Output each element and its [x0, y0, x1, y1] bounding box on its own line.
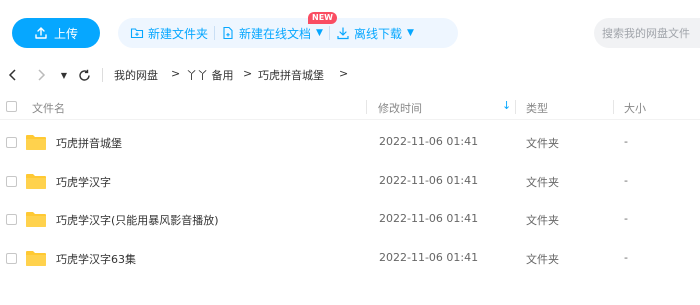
file-table-header: 文件名 修改时间 ↓ 类型 大小 [0, 94, 700, 120]
file-size: - [624, 135, 628, 148]
upload-label: 上传 [53, 26, 78, 41]
new-folder-label: 新建文件夹 [148, 26, 209, 41]
sort-down-icon[interactable]: ↓ [502, 99, 511, 112]
upload-button[interactable]: 上传 [12, 18, 100, 48]
column-divider[interactable] [613, 100, 614, 114]
breadcrumb-item[interactable]: 我的网盘 [114, 67, 158, 83]
table-row[interactable]: 巧虎学汉字63集 2022-11-06 01:41 文件夹 - [0, 240, 700, 278]
refresh-button[interactable] [76, 66, 92, 84]
file-type: 文件夹 [526, 176, 559, 189]
upload-icon [35, 27, 47, 39]
download-icon [337, 27, 349, 40]
table-row[interactable]: 巧虎拼音城堡 2022-11-06 01:41 文件夹 - [0, 124, 700, 162]
row-checkbox[interactable] [6, 176, 17, 187]
search-input[interactable] [594, 18, 700, 48]
new-folder-button[interactable]: 新建文件夹 [124, 25, 214, 42]
breadcrumb-separator: > [339, 67, 349, 80]
folder-icon [26, 174, 46, 189]
folder-icon [26, 212, 46, 227]
column-header-modified[interactable]: 修改时间 [378, 100, 422, 116]
row-checkbox[interactable] [6, 253, 17, 264]
column-header-type[interactable]: 类型 [526, 100, 548, 116]
table-row[interactable]: 巧虎学汉字(只能用暴风影音播放) 2022-11-06 01:41 文件夹 - [0, 201, 700, 239]
modified-time: 2022-11-06 01:41 [379, 174, 479, 187]
file-name[interactable]: 巧虎学汉字(只能用暴风影音播放) [56, 212, 219, 228]
new-badge: NEW [308, 12, 337, 24]
new-online-doc-button[interactable]: 新建在线文档 ▼ [215, 25, 329, 42]
file-size: - [624, 174, 628, 187]
file-type: 文件夹 [526, 137, 559, 150]
chevron-down-icon[interactable]: ▼ [316, 28, 323, 38]
file-size: - [624, 212, 628, 225]
column-divider[interactable] [515, 100, 516, 114]
folder-icon [26, 135, 46, 150]
file-name[interactable]: 巧虎拼音城堡 [56, 135, 122, 151]
modified-time: 2022-11-06 01:41 [379, 135, 479, 148]
file-size: - [624, 251, 628, 264]
breadcrumb-separator: > [243, 67, 253, 80]
file-name[interactable]: 巧虎学汉字63集 [56, 251, 136, 267]
refresh-icon [78, 69, 90, 81]
history-dropdown[interactable]: ▼ [58, 66, 70, 84]
chevron-right-icon [38, 69, 46, 81]
file-type: 文件夹 [526, 214, 559, 227]
column-header-size[interactable]: 大小 [624, 100, 646, 116]
chevron-down-icon[interactable]: ▼ [407, 28, 414, 38]
table-row[interactable]: 巧虎学汉字 2022-11-06 01:41 文件夹 - [0, 163, 700, 201]
column-divider[interactable] [366, 100, 367, 114]
forward-button[interactable] [34, 66, 48, 84]
action-group: 新建文件夹 新建在线文档 ▼ 离线下载 ▼ [118, 18, 458, 48]
back-button[interactable] [6, 66, 20, 84]
folder-icon [26, 251, 46, 266]
modified-time: 2022-11-06 01:41 [379, 251, 479, 264]
offline-download-label: 离线下载 [353, 26, 402, 41]
new-doc-label: 新建在线文档 [239, 26, 312, 41]
row-checkbox[interactable] [6, 214, 17, 225]
column-header-name[interactable]: 文件名 [32, 100, 65, 116]
file-type: 文件夹 [526, 253, 559, 266]
breadcrumb-item[interactable]: 丫丫 备用 [186, 67, 234, 83]
modified-time: 2022-11-06 01:41 [379, 212, 479, 225]
nav-bar: ▼ 我的网盘 > 丫丫 备用 > 巧虎拼音城堡 > [0, 62, 700, 88]
breadcrumb-item[interactable]: 巧虎拼音城堡 [258, 67, 324, 83]
breadcrumb-separator: > [171, 67, 181, 80]
new-folder-icon [130, 28, 144, 39]
divider [102, 68, 103, 82]
offline-download-button[interactable]: 离线下载 ▼ [330, 25, 420, 42]
row-checkbox[interactable] [6, 137, 17, 148]
new-doc-icon [223, 26, 233, 40]
file-name[interactable]: 巧虎学汉字 [56, 174, 111, 190]
toolbar: 上传 新建文件夹 新建在线文档 ▼ 离线下载 ▼ NEW 搜索我的网盘文件 [0, 0, 700, 62]
chevron-left-icon [8, 69, 16, 81]
caret-down-icon: ▼ [60, 70, 68, 80]
select-all-checkbox[interactable] [6, 101, 17, 112]
